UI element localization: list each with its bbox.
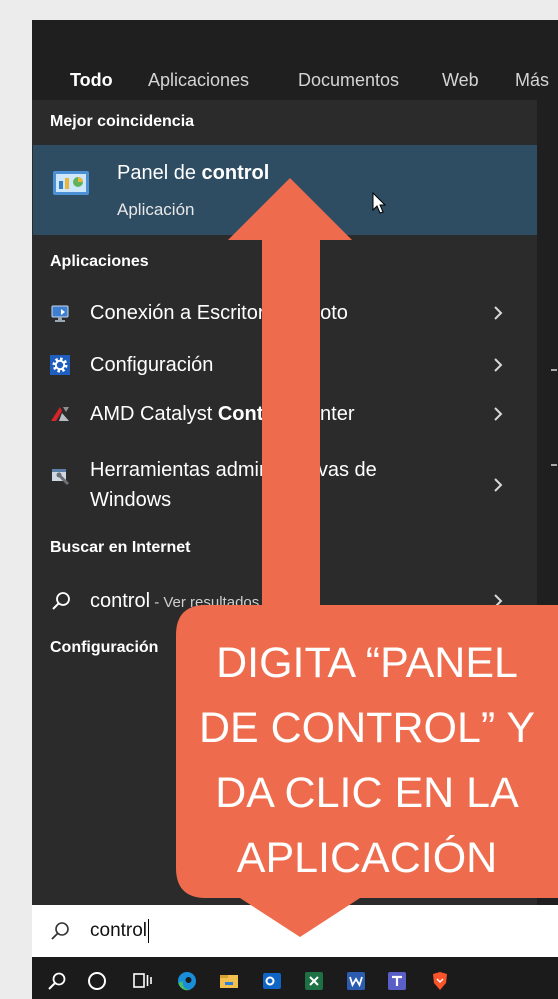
best-match-title[interactable]: Panel de control [117, 161, 269, 185]
chevron-right-icon[interactable] [493, 593, 503, 609]
app-item-label-start: AMD Catalyst [90, 403, 218, 425]
callout-line: DA CLIC EN LA [215, 769, 519, 817]
app-item-remote-desktop[interactable]: Conexión a Escritorio remoto [32, 289, 537, 337]
edge-icon[interactable] [175, 969, 199, 993]
search-input[interactable]: control [90, 919, 150, 943]
tab-documentos[interactable]: Documentos [298, 69, 399, 91]
tab-mas[interactable]: Más [515, 69, 549, 91]
administrative-tools-icon [50, 465, 70, 486]
file-explorer-icon[interactable] [217, 969, 241, 993]
mouse-cursor [372, 191, 387, 214]
amd-catalyst-icon [50, 404, 70, 424]
best-match-title-match: control [201, 162, 270, 184]
callout-line: DIGITA “PANEL [216, 639, 518, 687]
app-item-amd-catalyst[interactable]: AMD Catalyst Control Center [32, 390, 537, 438]
web-search-header: Buscar en Internet [50, 539, 191, 556]
excel-icon[interactable] [302, 969, 326, 993]
app-item-label: Herramientas administrativas de Windows [90, 455, 377, 515]
best-match-title-prefix: Panel de [117, 162, 202, 184]
cortana-icon[interactable] [85, 969, 109, 993]
search-tabs-bar: Todo Aplicaciones Documentos Web Más [32, 20, 558, 100]
app-item-label-match: Control [217, 403, 289, 425]
taskbar [32, 957, 558, 999]
teams-icon[interactable] [385, 969, 409, 993]
best-match-row[interactable] [33, 145, 537, 235]
search-box[interactable]: control [32, 905, 558, 957]
app-item-label: AMD Catalyst Control Center [90, 402, 355, 426]
app-item-label-line1: Herramientas administrativas de [90, 459, 377, 481]
settings-section-header: Configuración [50, 639, 159, 656]
search-icon [48, 919, 72, 943]
apps-header: Aplicaciones [50, 253, 149, 270]
preview-mark [551, 464, 557, 466]
web-search-hint: - Ver resultados web [150, 594, 291, 611]
callout-text: DIGITA “PANEL DE CONTROL” Y DA CLIC EN L… [176, 631, 558, 891]
settings-gear-icon [50, 355, 70, 375]
chevron-right-icon[interactable] [493, 305, 503, 321]
task-view-icon[interactable] [131, 969, 155, 993]
app-item-label: Conexión a Escritorio remoto [90, 302, 348, 324]
search-icon[interactable] [45, 969, 69, 993]
callout-line: APLICACIÓN [236, 834, 498, 882]
chevron-right-icon[interactable] [493, 406, 503, 422]
control-panel-icon [52, 169, 90, 197]
outlook-icon[interactable] [260, 969, 284, 993]
search-icon [50, 590, 72, 612]
callout-line: DE CONTROL” Y [198, 704, 536, 752]
best-match-header: Mejor coincidencia [50, 113, 195, 130]
best-match-subtitle: Aplicación [117, 200, 195, 219]
app-item-configuracion[interactable]: Configuración [32, 341, 537, 389]
web-search-item[interactable]: control - Ver resultados web [32, 577, 537, 625]
app-item-label-line2: Windows [90, 489, 172, 511]
app-item-label: Configuración [90, 354, 214, 376]
preview-mark [551, 369, 557, 371]
chevron-right-icon[interactable] [493, 357, 503, 373]
word-icon[interactable] [344, 969, 368, 993]
remote-desktop-icon [50, 303, 70, 323]
brave-icon[interactable] [428, 969, 452, 993]
tab-aplicaciones[interactable]: Aplicaciones [148, 69, 249, 91]
web-search-label: control - Ver resultados web [90, 589, 291, 615]
web-search-query: control [90, 590, 151, 612]
app-item-label-end: Center [288, 403, 355, 425]
app-item-admin-tools[interactable]: Herramientas administrativas de Windows [32, 455, 537, 515]
chevron-right-icon[interactable] [493, 477, 503, 493]
tab-web[interactable]: Web [442, 69, 479, 91]
tab-todo[interactable]: Todo [70, 69, 113, 91]
screenshot: Todo Aplicaciones Documentos Web Más Mej… [0, 0, 558, 999]
